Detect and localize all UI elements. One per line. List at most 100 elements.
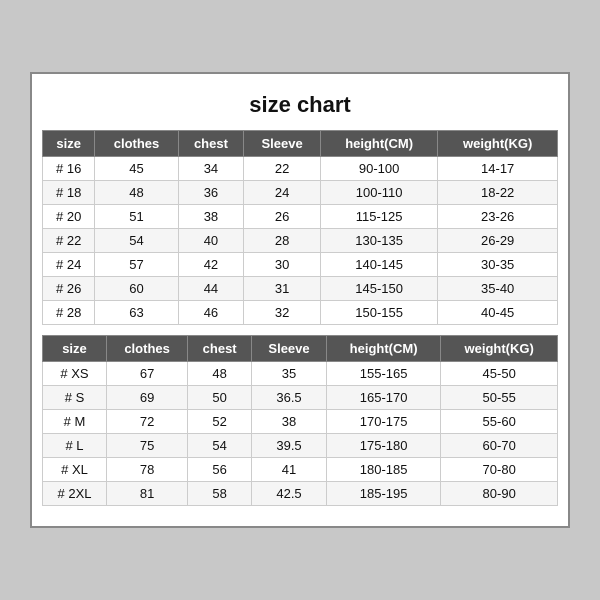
table-cell: 30-35 xyxy=(438,253,558,277)
table-cell: 42 xyxy=(178,253,244,277)
table-cell: 44 xyxy=(178,277,244,301)
table2-col-chest: chest xyxy=(188,336,252,362)
table-row: # 2XL815842.5185-19580-90 xyxy=(43,482,558,506)
table-cell: 45 xyxy=(95,157,178,181)
table-cell: 115-125 xyxy=(320,205,437,229)
table-row: # 18483624100-11018-22 xyxy=(43,181,558,205)
table-cell: # XS xyxy=(43,362,107,386)
table-cell: 45-50 xyxy=(441,362,558,386)
table-cell: 48 xyxy=(95,181,178,205)
table-cell: 70-80 xyxy=(441,458,558,482)
table2-col-height: height(CM) xyxy=(326,336,440,362)
table-cell: 145-150 xyxy=(320,277,437,301)
table-cell: 26 xyxy=(244,205,321,229)
table-cell: 35 xyxy=(252,362,327,386)
table-cell: 39.5 xyxy=(252,434,327,458)
table-cell: 38 xyxy=(178,205,244,229)
table1-body: # 1645342290-10014-17# 18483624100-11018… xyxy=(43,157,558,325)
table-cell: # 20 xyxy=(43,205,95,229)
table-cell: 26-29 xyxy=(438,229,558,253)
table-cell: 100-110 xyxy=(320,181,437,205)
table-cell: 56 xyxy=(188,458,252,482)
table-cell: # 22 xyxy=(43,229,95,253)
table-cell: 51 xyxy=(95,205,178,229)
table-cell: 55-60 xyxy=(441,410,558,434)
table-cell: 78 xyxy=(107,458,188,482)
table1-col-height: height(CM) xyxy=(320,131,437,157)
table-cell: 40 xyxy=(178,229,244,253)
table-cell: # XL xyxy=(43,458,107,482)
table-cell: # L xyxy=(43,434,107,458)
table-cell: # 16 xyxy=(43,157,95,181)
table-row: # 1645342290-10014-17 xyxy=(43,157,558,181)
table1-col-clothes: clothes xyxy=(95,131,178,157)
table-cell: 52 xyxy=(188,410,252,434)
table2-header-row: size clothes chest Sleeve height(CM) wei… xyxy=(43,336,558,362)
table-cell: 40-45 xyxy=(438,301,558,325)
table-cell: 42.5 xyxy=(252,482,327,506)
table-cell: 175-180 xyxy=(326,434,440,458)
table-cell: 185-195 xyxy=(326,482,440,506)
table1-col-chest: chest xyxy=(178,131,244,157)
table-cell: 69 xyxy=(107,386,188,410)
table-row: # M725238170-17555-60 xyxy=(43,410,558,434)
table-row: # XS674835155-16545-50 xyxy=(43,362,558,386)
table-cell: 170-175 xyxy=(326,410,440,434)
table-cell: 54 xyxy=(95,229,178,253)
table-cell: 24 xyxy=(244,181,321,205)
table-cell: 46 xyxy=(178,301,244,325)
chart-container: size chart size clothes chest Sleeve hei… xyxy=(30,72,570,528)
table-cell: 41 xyxy=(252,458,327,482)
table2-col-clothes: clothes xyxy=(107,336,188,362)
table-cell: # 28 xyxy=(43,301,95,325)
table1-col-sleeve: Sleeve xyxy=(244,131,321,157)
table-cell: # 24 xyxy=(43,253,95,277)
table2-col-weight: weight(KG) xyxy=(441,336,558,362)
table-cell: 180-185 xyxy=(326,458,440,482)
table-cell: 75 xyxy=(107,434,188,458)
table-row: # 20513826115-12523-26 xyxy=(43,205,558,229)
size-table-1: size clothes chest Sleeve height(CM) wei… xyxy=(42,130,558,325)
table-cell: 28 xyxy=(244,229,321,253)
table2-col-size: size xyxy=(43,336,107,362)
table-cell: 90-100 xyxy=(320,157,437,181)
table-cell: 18-22 xyxy=(438,181,558,205)
table-row: # 28634632150-15540-45 xyxy=(43,301,558,325)
table-cell: 34 xyxy=(178,157,244,181)
table-cell: 63 xyxy=(95,301,178,325)
table-cell: # 26 xyxy=(43,277,95,301)
table2-body: # XS674835155-16545-50# S695036.5165-170… xyxy=(43,362,558,506)
table-cell: 57 xyxy=(95,253,178,277)
table-cell: 140-145 xyxy=(320,253,437,277)
table-cell: 72 xyxy=(107,410,188,434)
table-cell: # 18 xyxy=(43,181,95,205)
table-cell: # 2XL xyxy=(43,482,107,506)
table-cell: 22 xyxy=(244,157,321,181)
table-row: # L755439.5175-18060-70 xyxy=(43,434,558,458)
table-cell: 30 xyxy=(244,253,321,277)
table-cell: 50 xyxy=(188,386,252,410)
table-cell: 50-55 xyxy=(441,386,558,410)
table-cell: 60-70 xyxy=(441,434,558,458)
table-cell: 67 xyxy=(107,362,188,386)
table-cell: 31 xyxy=(244,277,321,301)
table-cell: 32 xyxy=(244,301,321,325)
table-cell: 165-170 xyxy=(326,386,440,410)
table1-col-weight: weight(KG) xyxy=(438,131,558,157)
table-row: # 26604431145-15035-40 xyxy=(43,277,558,301)
table-row: # XL785641180-18570-80 xyxy=(43,458,558,482)
table-cell: 14-17 xyxy=(438,157,558,181)
table-cell: 36.5 xyxy=(252,386,327,410)
size-table-2: size clothes chest Sleeve height(CM) wei… xyxy=(42,335,558,506)
table-cell: # S xyxy=(43,386,107,410)
table-row: # 24574230140-14530-35 xyxy=(43,253,558,277)
table1-col-size: size xyxy=(43,131,95,157)
table-cell: 150-155 xyxy=(320,301,437,325)
table-cell: 38 xyxy=(252,410,327,434)
table1-header-row: size clothes chest Sleeve height(CM) wei… xyxy=(43,131,558,157)
table-cell: # M xyxy=(43,410,107,434)
table-cell: 81 xyxy=(107,482,188,506)
table2-col-sleeve: Sleeve xyxy=(252,336,327,362)
table-cell: 155-165 xyxy=(326,362,440,386)
table-cell: 48 xyxy=(188,362,252,386)
